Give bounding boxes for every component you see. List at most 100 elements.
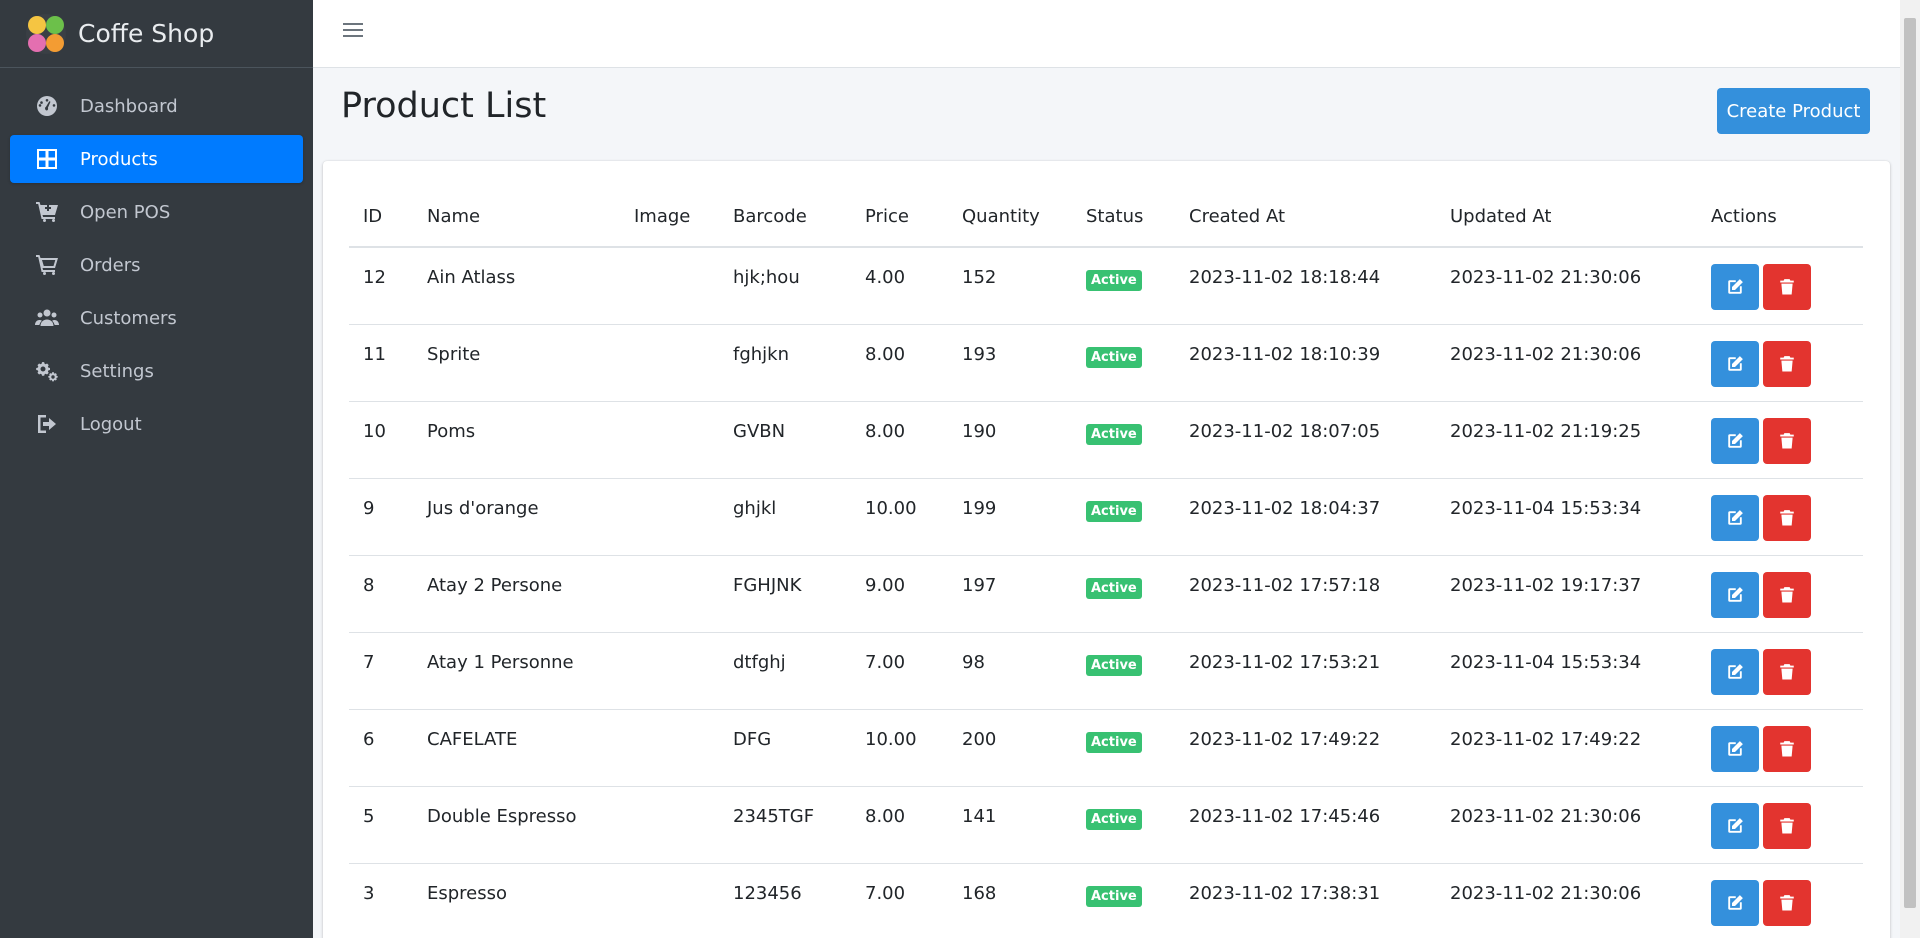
delete-button[interactable] — [1763, 494, 1811, 541]
page-scrollbar[interactable] — [1900, 0, 1920, 938]
cell-created-at: 2023-11-02 18:10:39 — [1175, 324, 1436, 402]
edit-button[interactable] — [1711, 264, 1759, 310]
tachometer-icon — [34, 93, 60, 119]
product-table-card: ID Name Image Barcode Price Quantity Sta… — [323, 161, 1890, 938]
trash-icon — [1780, 355, 1794, 371]
sign-out-icon — [34, 411, 60, 437]
status-badge: Active — [1086, 423, 1142, 445]
column-header-price: Price — [851, 186, 948, 248]
cell-quantity: 200 — [948, 709, 1072, 787]
cell-status: Active — [1072, 324, 1175, 402]
edit-icon — [1728, 740, 1743, 756]
column-header-actions: Actions — [1697, 186, 1863, 248]
delete-button[interactable] — [1763, 571, 1811, 618]
column-header-id: ID — [349, 186, 413, 248]
cell-actions — [1697, 555, 1863, 633]
cell-created-at: 2023-11-02 17:49:22 — [1175, 709, 1436, 787]
cell-updated-at: 2023-11-02 21:30:06 — [1436, 247, 1697, 325]
table-row: 12 Ain Atlass hjk;hou 4.00 152 Active 20… — [349, 247, 1863, 325]
status-badge: Active — [1086, 577, 1142, 599]
trash-icon — [1780, 740, 1794, 756]
cell-updated-at: 2023-11-04 15:53:34 — [1436, 478, 1697, 556]
edit-button[interactable] — [1711, 802, 1759, 849]
scrollbar-thumb[interactable] — [1904, 18, 1916, 908]
delete-button[interactable] — [1763, 340, 1811, 387]
status-badge: Active — [1086, 808, 1142, 830]
cogs-icon — [34, 358, 60, 384]
delete-button[interactable] — [1763, 417, 1811, 464]
delete-button[interactable] — [1763, 879, 1811, 926]
delete-button[interactable] — [1763, 802, 1811, 849]
cell-image — [620, 401, 719, 479]
cell-status: Active — [1072, 555, 1175, 633]
edit-icon — [1728, 509, 1743, 525]
cell-name: Atay 1 Personne — [413, 632, 620, 710]
cell-id: 11 — [349, 324, 413, 402]
cell-price: 7.00 — [851, 632, 948, 710]
cell-id: 5 — [349, 786, 413, 864]
cell-name: CAFELATE — [413, 709, 620, 787]
brand[interactable]: Coffe Shop — [0, 0, 313, 68]
cell-barcode: FGHJNK — [719, 555, 851, 633]
sidebar-item-settings[interactable]: Settings — [10, 347, 303, 395]
cell-updated-at: 2023-11-02 19:17:37 — [1436, 555, 1697, 633]
cell-price: 10.00 — [851, 709, 948, 787]
cell-actions — [1697, 863, 1863, 938]
create-product-button[interactable]: Create Product — [1717, 88, 1870, 134]
column-header-status: Status — [1072, 186, 1175, 248]
edit-button[interactable] — [1711, 340, 1759, 387]
hamburger-menu-icon[interactable] — [343, 20, 363, 40]
brand-title: Coffe Shop — [78, 19, 215, 48]
cell-status: Active — [1072, 632, 1175, 710]
sidebar-item-orders[interactable]: Orders — [10, 241, 303, 289]
sidebar-item-products[interactable]: Products — [10, 135, 303, 183]
delete-button[interactable] — [1763, 648, 1811, 695]
column-header-created-at: Created At — [1175, 186, 1436, 248]
status-badge: Active — [1086, 270, 1142, 291]
edit-button[interactable] — [1711, 725, 1759, 772]
status-badge: Active — [1086, 731, 1142, 753]
cell-created-at: 2023-11-02 17:45:46 — [1175, 786, 1436, 864]
cell-barcode: dtfghj — [719, 632, 851, 710]
table-row: 11 Sprite fghjkn 8.00 193 Active 2023-11… — [349, 324, 1863, 402]
cell-name: Ain Atlass — [413, 247, 620, 325]
table-row: 9 Jus d'orange ghjkl 10.00 199 Active 20… — [349, 478, 1863, 556]
page-title: Product List — [341, 86, 547, 126]
cell-actions — [1697, 632, 1863, 710]
edit-button[interactable] — [1711, 879, 1759, 926]
sidebar-item-label: Logout — [80, 413, 142, 435]
cell-quantity: 98 — [948, 632, 1072, 710]
grid-icon — [34, 146, 60, 172]
cell-name: Poms — [413, 401, 620, 479]
cell-actions — [1697, 401, 1863, 479]
sidebar-item-logout[interactable]: Logout — [10, 400, 303, 448]
sidebar-item-customers[interactable]: Customers — [10, 294, 303, 342]
edit-button[interactable] — [1711, 648, 1759, 695]
sidebar-item-label: Settings — [80, 360, 154, 382]
delete-button[interactable] — [1763, 725, 1811, 772]
sidebar-item-dashboard[interactable]: Dashboard — [10, 82, 303, 130]
column-header-quantity: Quantity — [948, 186, 1072, 248]
sidebar-item-open-pos[interactable]: Open POS — [10, 188, 303, 236]
cart-icon — [34, 252, 60, 278]
cell-image — [620, 863, 719, 938]
cell-updated-at: 2023-11-02 21:30:06 — [1436, 324, 1697, 402]
cell-actions — [1697, 478, 1863, 556]
column-header-image: Image — [620, 186, 719, 248]
product-table: ID Name Image Barcode Price Quantity Sta… — [349, 186, 1863, 938]
trash-icon — [1780, 817, 1794, 833]
cell-image — [620, 632, 719, 710]
edit-button[interactable] — [1711, 417, 1759, 464]
top-navbar — [313, 0, 1900, 68]
table-body: 12 Ain Atlass hjk;hou 4.00 152 Active 20… — [349, 247, 1863, 938]
cart-plus-icon — [34, 199, 60, 225]
cell-status: Active — [1072, 401, 1175, 479]
edit-button[interactable] — [1711, 571, 1759, 618]
cell-updated-at: 2023-11-02 17:49:22 — [1436, 709, 1697, 787]
cell-id: 9 — [349, 478, 413, 556]
delete-button[interactable] — [1763, 264, 1811, 310]
edit-icon — [1728, 663, 1743, 679]
edit-button[interactable] — [1711, 494, 1759, 541]
cell-image — [620, 709, 719, 787]
cell-price: 9.00 — [851, 555, 948, 633]
